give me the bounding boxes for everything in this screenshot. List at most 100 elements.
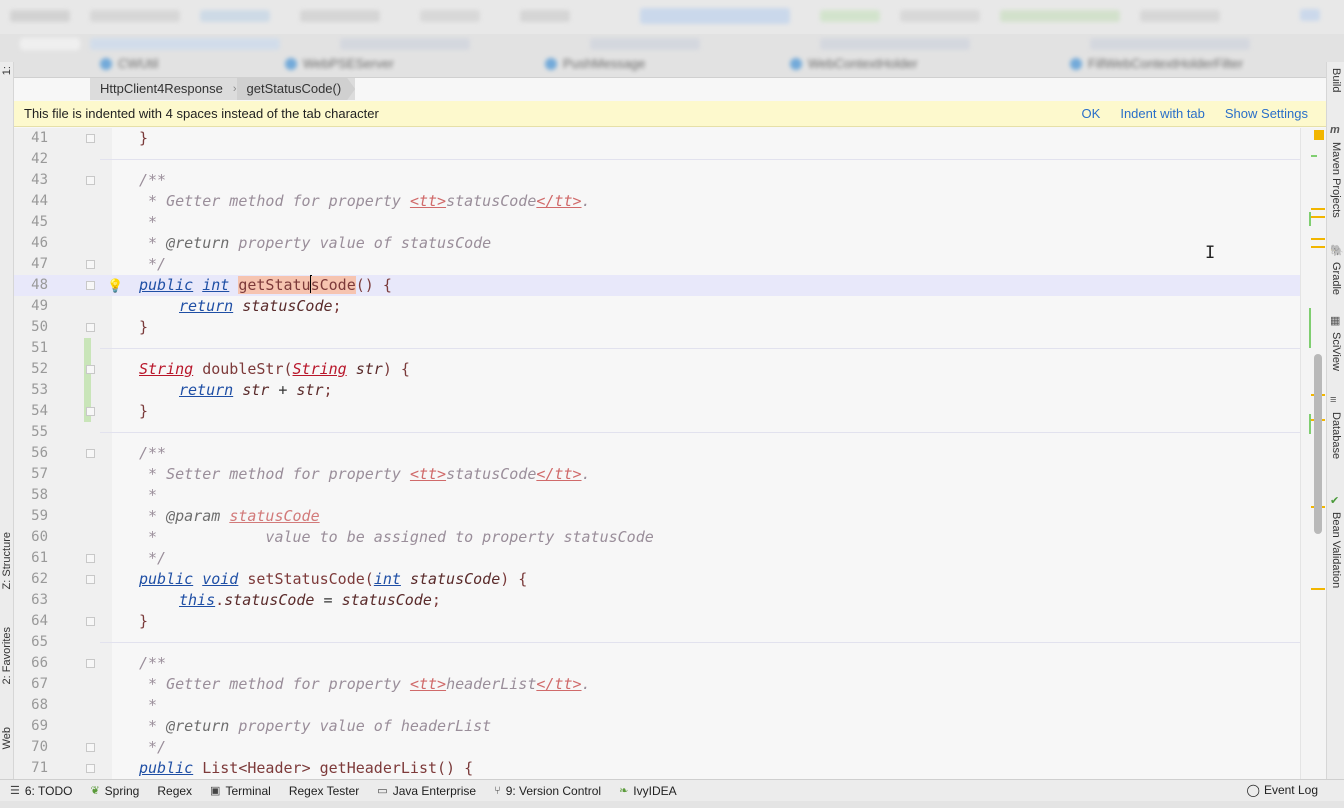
- code-line[interactable]: 58 *: [14, 485, 1300, 506]
- code-text: * Getter method for property <tt>headerL…: [139, 674, 591, 695]
- banner-ok-link[interactable]: OK: [1082, 106, 1101, 121]
- code-line[interactable]: 43 /**: [14, 170, 1300, 191]
- code-line[interactable]: 69 * @return property value of headerLis…: [14, 716, 1300, 737]
- fold-toggle-icon[interactable]: [86, 407, 95, 416]
- breadcrumb-method[interactable]: getStatusCode(): [237, 78, 356, 100]
- fold-toggle-icon[interactable]: [86, 260, 95, 269]
- code-line[interactable]: 49 return statusCode;: [14, 296, 1300, 317]
- code-line[interactable]: 60 * value to be assigned to property st…: [14, 527, 1300, 548]
- vcs-change-marker[interactable]: [84, 338, 91, 359]
- vertical-scrollbar[interactable]: [1314, 354, 1322, 534]
- error-stripe-mark[interactable]: [1311, 588, 1325, 590]
- code-line[interactable]: 61 */: [14, 548, 1300, 569]
- code-token: *: [139, 696, 158, 714]
- error-stripe-mark[interactable]: [1311, 246, 1325, 248]
- bottom-tool-tab[interactable]: ▣ Terminal: [210, 784, 271, 798]
- error-stripe-mark[interactable]: [1311, 208, 1325, 210]
- project-tool-tab[interactable]: 1:: [1, 66, 13, 75]
- code-line[interactable]: 65: [14, 632, 1300, 653]
- code-text: public void setStatusCode(int statusCode…: [139, 569, 527, 590]
- fold-toggle-icon[interactable]: [86, 176, 95, 185]
- code-line[interactable]: 63 this.statusCode = statusCode;: [14, 590, 1300, 611]
- structure-tool-tab[interactable]: Z: Structure: [1, 532, 13, 589]
- code-line[interactable]: 71 public List<Header> getHeaderList() {: [14, 758, 1300, 779]
- code-token: doubleStr: [202, 360, 284, 378]
- line-number: 60: [31, 529, 48, 545]
- fold-toggle-icon[interactable]: [86, 617, 95, 626]
- vcs-change-marker[interactable]: [84, 380, 91, 401]
- warning-indicator-icon[interactable]: [1314, 130, 1324, 140]
- fold-toggle-icon[interactable]: [86, 365, 95, 374]
- error-stripe-mark[interactable]: [1311, 238, 1325, 240]
- bean-validation-tool-tab[interactable]: Bean Validation: [1330, 512, 1342, 588]
- code-token: statusCode: [229, 507, 320, 525]
- error-stripe[interactable]: [1300, 128, 1326, 779]
- code-line[interactable]: 51: [14, 338, 1300, 359]
- build-tool-tab[interactable]: Build: [1330, 68, 1342, 92]
- code-line[interactable]: 55: [14, 422, 1300, 443]
- code-line[interactable]: 41}: [14, 128, 1300, 149]
- code-line[interactable]: 54}: [14, 401, 1300, 422]
- bottom-tool-tab[interactable]: ⑂ 9: Version Control: [494, 784, 601, 798]
- code-line[interactable]: 48 💡 public int getStatusCode() {: [14, 275, 1300, 296]
- code-line[interactable]: 68 *: [14, 695, 1300, 716]
- code-token: }: [139, 402, 149, 420]
- bottom-tool-tab[interactable]: ☰ 6: TODO: [10, 784, 72, 798]
- fold-toggle-icon[interactable]: [86, 764, 95, 773]
- breadcrumb-class[interactable]: HttpClient4Response: [90, 78, 233, 100]
- code-line[interactable]: 44 * Getter method for property <tt>stat…: [14, 191, 1300, 212]
- code-line[interactable]: 50}: [14, 317, 1300, 338]
- fold-toggle-icon[interactable]: [86, 575, 95, 584]
- code-line[interactable]: 53 return str + str;: [14, 380, 1300, 401]
- code-line[interactable]: 59 * @param statusCode: [14, 506, 1300, 527]
- banner-show-settings-link[interactable]: Show Settings: [1225, 106, 1308, 121]
- fold-toggle-icon[interactable]: [86, 134, 95, 143]
- bottom-tool-tab[interactable]: ❧ IvyIDEA: [619, 784, 677, 798]
- sciview-tool-tab[interactable]: SciView: [1330, 332, 1342, 371]
- code-token: =: [314, 591, 342, 609]
- error-stripe-mark[interactable]: [1311, 155, 1317, 157]
- code-line[interactable]: 66 /**: [14, 653, 1300, 674]
- bottom-tool-tab[interactable]: Regex: [157, 784, 192, 798]
- fold-toggle-icon[interactable]: [86, 554, 95, 563]
- code-text: /**: [139, 170, 166, 191]
- code-editor[interactable]: 41} 42 43 /** 44 * Getter method for propert…: [14, 128, 1300, 779]
- database-icon: ≡: [1330, 394, 1337, 406]
- maven-projects-tool-tab[interactable]: Maven Projects: [1330, 142, 1342, 218]
- line-number: 65: [31, 634, 48, 650]
- error-stripe-mark[interactable]: [1311, 216, 1325, 218]
- code-line[interactable]: 46 * @return property value of statusCod…: [14, 233, 1300, 254]
- fold-toggle-icon[interactable]: [86, 281, 95, 290]
- gradle-tool-tab[interactable]: Gradle: [1330, 262, 1342, 295]
- banner-indent-with-tab-link[interactable]: Indent with tab: [1120, 106, 1205, 121]
- code-line[interactable]: 52 String doubleStr(String str) {: [14, 359, 1300, 380]
- line-number: 70: [31, 739, 48, 755]
- error-stripe-mark[interactable]: [1309, 212, 1311, 226]
- code-line[interactable]: 57 * Setter method for property <tt>stat…: [14, 464, 1300, 485]
- event-log-button[interactable]: ◯ Event Log: [1247, 783, 1318, 797]
- bottom-tool-tab[interactable]: Regex Tester: [289, 784, 359, 798]
- fold-toggle-icon[interactable]: [86, 743, 95, 752]
- code-token: @return: [166, 234, 230, 252]
- code-line[interactable]: 56 /**: [14, 443, 1300, 464]
- code-line[interactable]: 42: [14, 149, 1300, 170]
- code-line[interactable]: 47 */: [14, 254, 1300, 275]
- error-stripe-mark[interactable]: [1309, 308, 1311, 348]
- code-line[interactable]: 64}: [14, 611, 1300, 632]
- fold-toggle-icon[interactable]: [86, 449, 95, 458]
- web-tool-tab[interactable]: Web: [1, 727, 13, 749]
- bottom-tool-tab[interactable]: ▭ Java Enterprise: [377, 784, 476, 798]
- code-line[interactable]: 45 *: [14, 212, 1300, 233]
- code-line[interactable]: 62 public void setStatusCode(int statusCo…: [14, 569, 1300, 590]
- database-tool-tab[interactable]: Database: [1330, 412, 1342, 459]
- intention-bulb-icon[interactable]: 💡: [107, 276, 123, 297]
- fold-toggle-icon[interactable]: [86, 659, 95, 668]
- code-line[interactable]: 70 */: [14, 737, 1300, 758]
- bottom-tool-tab[interactable]: ❦ Spring: [90, 784, 139, 798]
- favorites-tool-tab[interactable]: 2: Favorites: [1, 627, 13, 684]
- code-line[interactable]: 67 * Getter method for property <tt>head…: [14, 674, 1300, 695]
- error-stripe-mark[interactable]: [1309, 414, 1311, 434]
- fold-toggle-icon[interactable]: [86, 323, 95, 332]
